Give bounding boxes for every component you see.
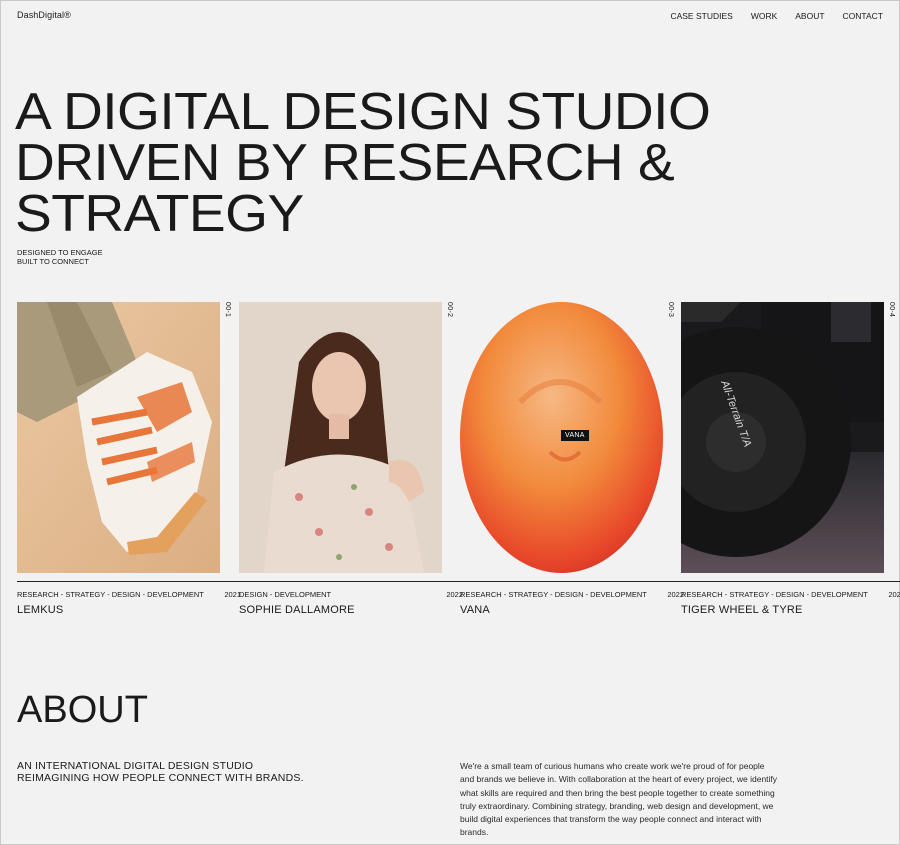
project-image-portrait[interactable] [239,302,442,573]
about-intro-line-1: AN INTERNATIONAL DIGITAL DESIGN STUDIO [17,760,254,772]
project-number: 00-3 [667,302,674,318]
project-image-vana[interactable]: VANA [460,302,663,573]
project-number: 00-1 [224,302,231,318]
hero-line-2: DRIVEN BY RESEARCH & [15,134,675,192]
about-intro: AN INTERNATIONAL DIGITAL DESIGN STUDIO R… [17,760,304,784]
hero-line-1: A DIGITAL DESIGN STUDIO [15,83,711,141]
nav-case-studies[interactable]: CASE STUDIES [670,11,732,21]
project-tags: RESEARCH - STRATEGY - DESIGN - DEVELOPME… [17,590,204,599]
tagline-line-1: DESIGNED TO ENGAGE [17,248,103,257]
project-number: 00-2 [446,302,453,318]
divider [681,581,900,582]
about-body: We're a small team of curious humans who… [460,761,778,838]
main-nav: CASE STUDIES WORK ABOUT CONTACT [670,11,883,21]
project-title[interactable]: LEMKUS [17,604,63,616]
nav-work[interactable]: WORK [751,11,777,21]
project-title[interactable]: SOPHIE DALLAMORE [239,604,355,616]
project-card-vana[interactable]: VANA 00-3 RESEARCH - STRATEGY - DESIGN -… [460,302,684,616]
project-image-tyre[interactable]: All-Terrain T/A [681,302,884,573]
logo[interactable]: DashDigital® [17,10,71,20]
project-tags: DESIGN - DEVELOPMENT [239,590,332,599]
project-tags: RESEARCH - STRATEGY - DESIGN - DEVELOPME… [460,590,647,599]
project-title[interactable]: TIGER WHEEL & TYRE [681,604,803,616]
project-card-tiger-wheel-tyre[interactable]: All-Terrain T/A 00-4 RESEARCH - STRATEGY… [681,302,900,616]
project-year: 2021 [888,590,900,599]
hero-line-3: STRATEGY [15,185,304,243]
project-card-sophie-dallamore[interactable]: 00-2 DESIGN - DEVELOPMENT 2022 SOPHIE DA… [239,302,463,616]
nav-contact[interactable]: CONTACT [843,11,883,21]
about-intro-line-2: REIMAGINING HOW PEOPLE CONNECT WITH BRAN… [17,772,304,784]
hero-heading: A DIGITAL DESIGN STUDIO DRIVEN BY RESEAR… [15,83,711,243]
project-image-sneaker[interactable] [17,302,220,573]
tagline-line-2: BUILT TO CONNECT [17,257,89,266]
project-tags: RESEARCH - STRATEGY - DESIGN - DEVELOPME… [681,590,868,599]
project-number: 00-4 [888,302,895,318]
divider [17,581,241,582]
project-title[interactable]: VANA [460,604,490,616]
divider [239,581,463,582]
about-heading: ABOUT [17,689,148,731]
hero-tagline: DESIGNED TO ENGAGE BUILT TO CONNECT [17,248,103,266]
divider [460,581,684,582]
project-card-lemkus[interactable]: 00-1 RESEARCH - STRATEGY - DESIGN - DEVE… [17,302,241,616]
nav-about[interactable]: ABOUT [795,11,824,21]
vana-label: VANA [561,430,589,441]
